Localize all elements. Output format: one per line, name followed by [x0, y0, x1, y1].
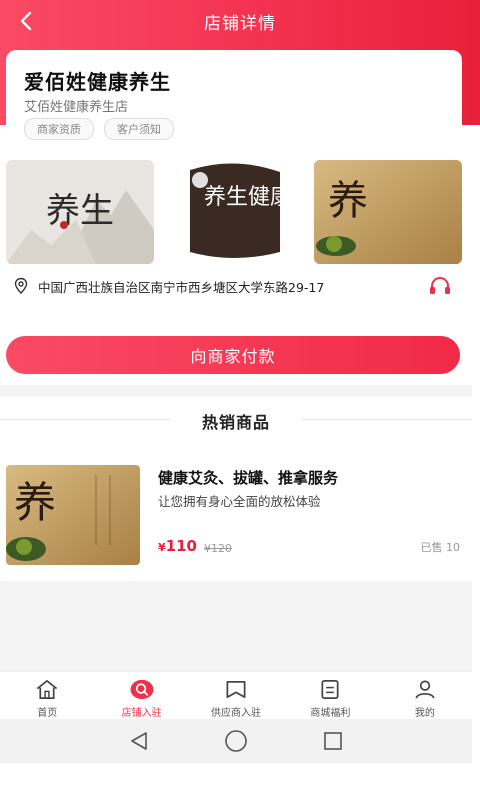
product-sold-count: 已售 10 [420, 541, 461, 554]
location-pin-icon [14, 277, 28, 294]
product-description: 让您拥有身心全面的放松体验 [158, 494, 321, 509]
tag-qualification[interactable]: 商家资质 [24, 118, 94, 140]
price-symbol: ¥ [158, 541, 166, 554]
home-icon [37, 680, 58, 699]
back-arrow-icon[interactable] [14, 8, 40, 34]
product-price: ¥110 [158, 537, 197, 555]
empty-area [0, 581, 472, 671]
headset-icon[interactable] [428, 276, 452, 296]
shop-subtitle: 艾佰姓健康养生店 [24, 100, 129, 115]
pay-merchant-button[interactable]: 向商家付款 [6, 336, 460, 374]
supplier-icon [226, 680, 246, 699]
recents-square-icon[interactable] [320, 728, 346, 754]
shop-address: 中国广西壮族自治区南宁市西乡塘区大学东路29-17 [12, 276, 452, 296]
shop-info-card: 爱佰姓健康养生 艾佰姓健康养生店 商家资质 客户须知 [6, 50, 462, 142]
tab-label-mine: 我的 [414, 708, 435, 719]
svg-text:养: 养 [14, 478, 56, 527]
right-edge [472, 125, 480, 763]
tab-store-entry[interactable]: 店铺入驻 [94, 672, 188, 719]
bottom-margin [0, 763, 480, 800]
system-navigation-bar [0, 719, 472, 763]
shop-gallery: 养生 养生健康 养 [6, 160, 464, 264]
home-circle-icon[interactable] [223, 728, 249, 754]
tab-mall-benefits[interactable]: 商城福利 [283, 672, 377, 719]
header-line-right [300, 419, 472, 420]
tag-customer-notice[interactable]: 客户须知 [104, 118, 174, 140]
search-store-icon [130, 679, 154, 700]
document-icon [321, 680, 339, 699]
tab-label-supplier: 供应商入驻 [211, 708, 262, 719]
gallery-image-landscape[interactable]: 养生 [6, 160, 154, 264]
section-divider [0, 385, 472, 397]
product-list: 养 健康艾灸、拔罐、推拿服务 让您拥有身心全面的放松体验 ¥110 ¥120 已… [0, 441, 472, 581]
back-triangle-icon[interactable] [126, 728, 152, 754]
gallery-text-0: 养生 [46, 191, 114, 231]
shop-name: 爱佰姓健康养生 [24, 70, 171, 94]
gallery-text-2: 养 [328, 178, 368, 224]
product-old-price: ¥120 [204, 542, 232, 555]
tab-label-mall-benefits: 商城福利 [310, 708, 351, 719]
user-icon [415, 680, 435, 699]
hot-products-header: 热销商品 [0, 397, 472, 441]
bottom-tab-bar: 首页 店铺入驻 供应商入驻 商城福利 我的 [0, 671, 472, 719]
gallery-image-logo[interactable]: 养生健康 [160, 160, 308, 264]
hot-products-title: 热销商品 [201, 413, 270, 432]
product-name: 健康艾灸、拔罐、推拿服务 [158, 469, 339, 487]
shop-tags: 商家资质 客户须知 [24, 118, 174, 140]
price-value: 110 [165, 537, 197, 555]
gallery-text-1: 养生健康 [204, 185, 292, 210]
address-text: 中国广西壮族自治区南宁市西乡塘区大学东路29-17 [38, 279, 325, 295]
tab-label-store-entry: 店铺入驻 [121, 708, 162, 719]
navigation-bar: 店铺详情 [0, 0, 480, 42]
page-title: 店铺详情 [204, 13, 276, 34]
tab-mine[interactable]: 我的 [378, 672, 472, 719]
tab-supplier[interactable]: 供应商入驻 [189, 672, 283, 719]
gallery-image-ginseng[interactable]: 养 [314, 160, 462, 264]
tab-label-home: 首页 [37, 708, 58, 719]
product-image: 养 [6, 465, 140, 565]
tab-home[interactable]: 首页 [0, 672, 94, 719]
product-item[interactable]: 养 健康艾灸、拔罐、推拿服务 让您拥有身心全面的放松体验 ¥110 ¥120 已… [6, 465, 466, 565]
